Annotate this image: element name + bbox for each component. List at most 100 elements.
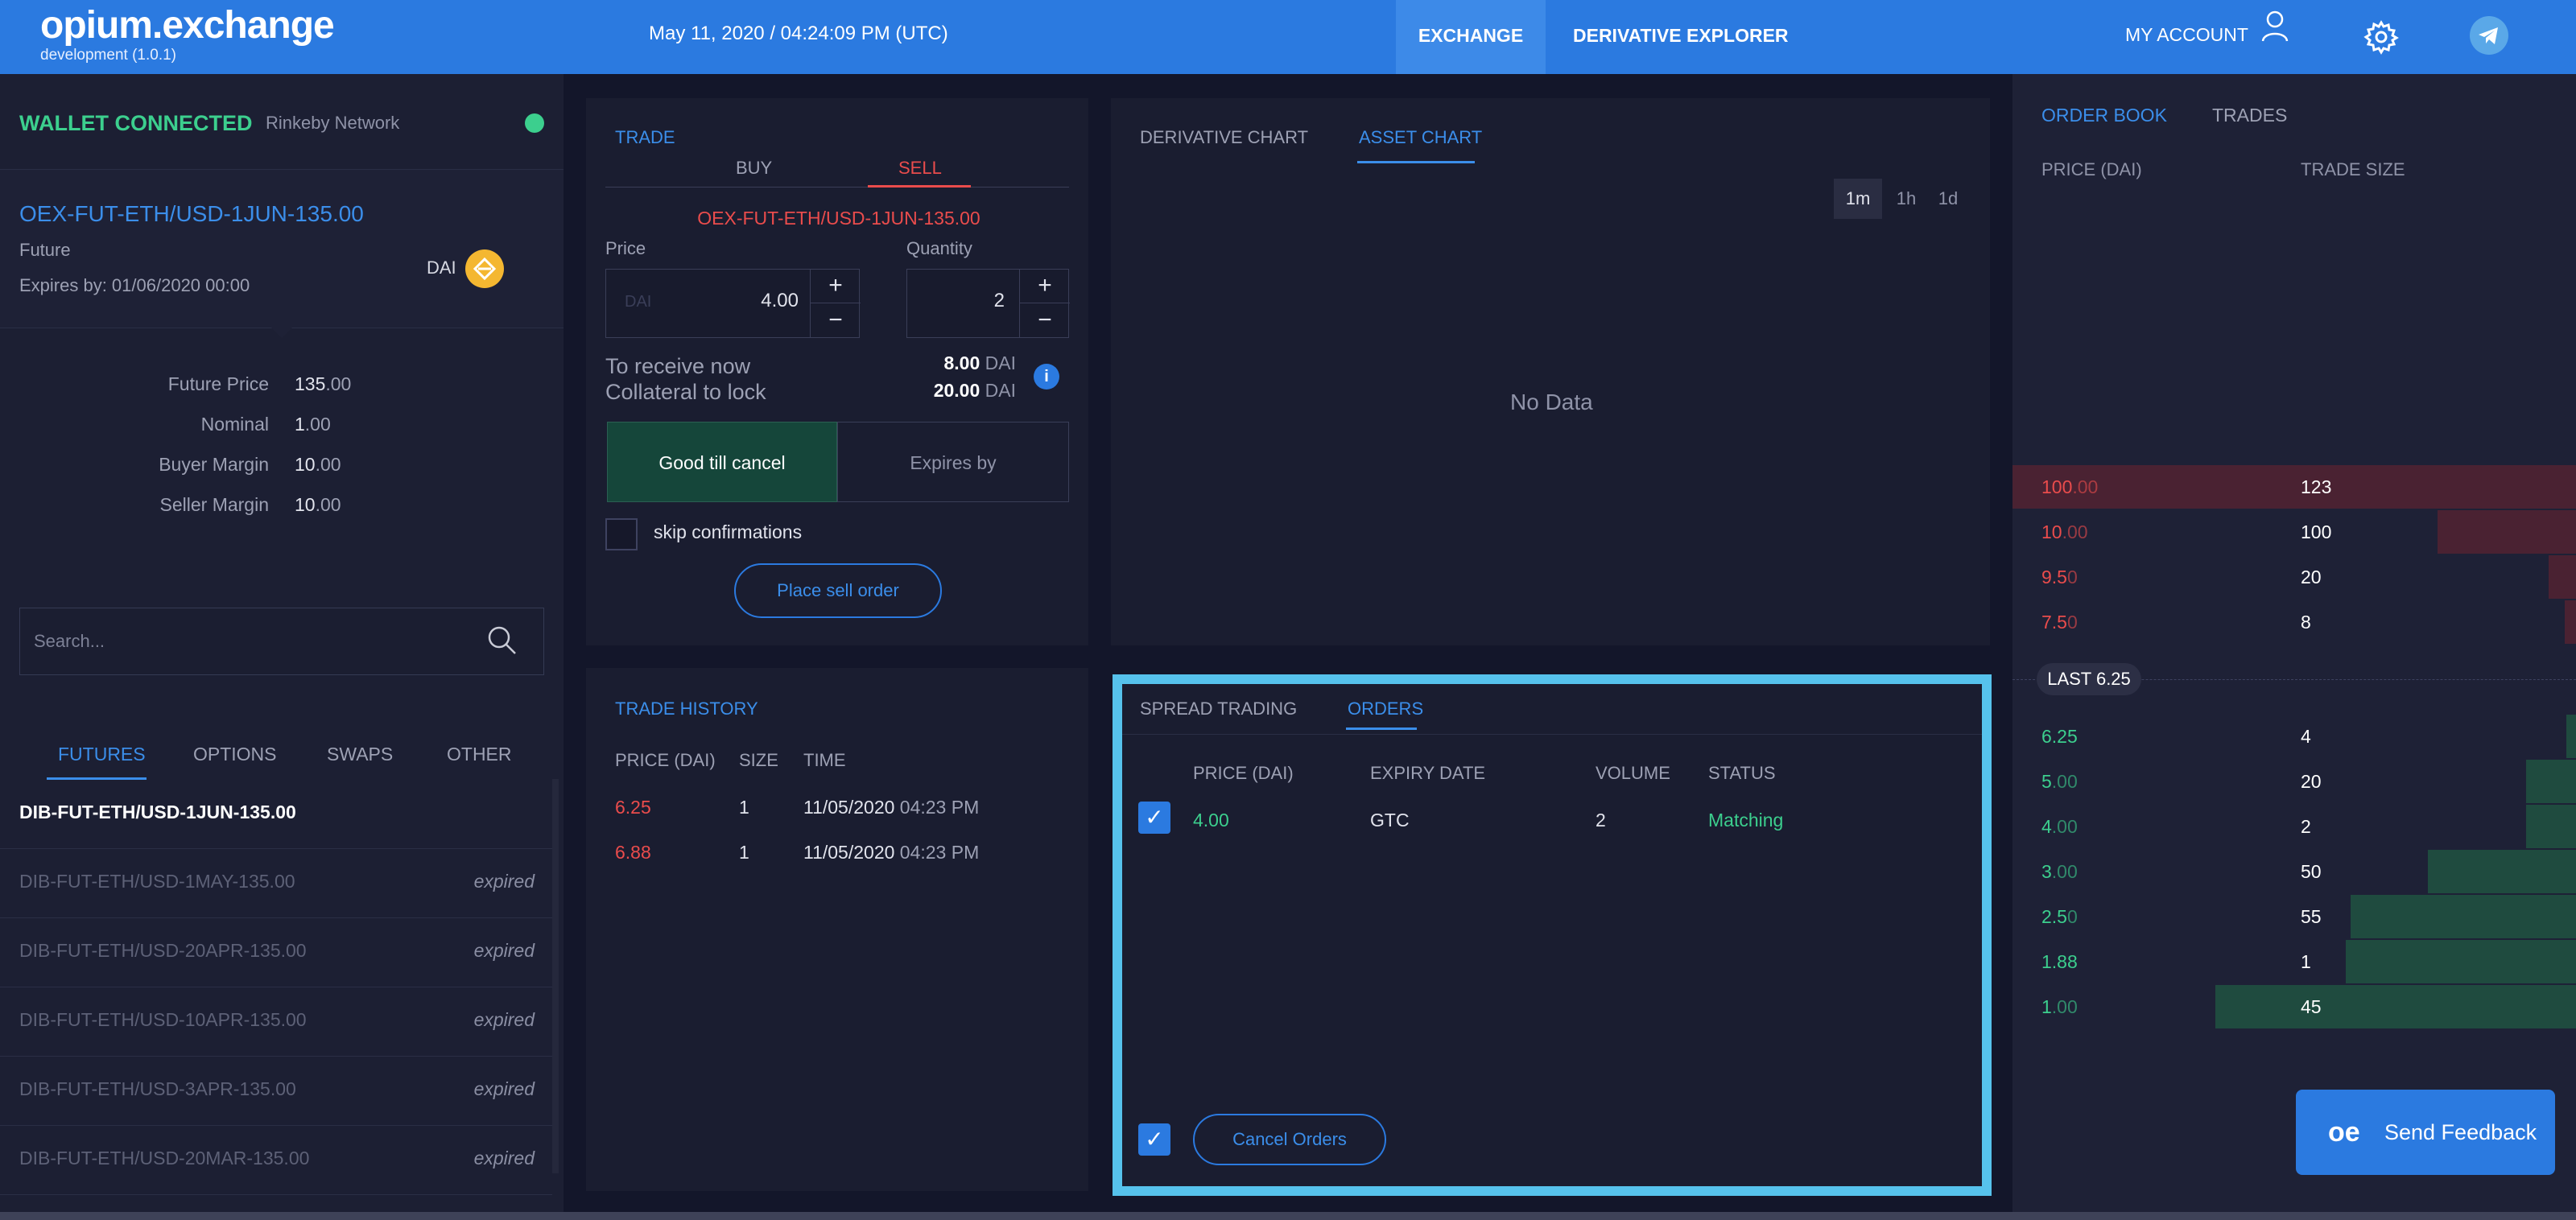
collateral-value: 20.00 [933,380,980,401]
sell-tab[interactable]: SELL [898,158,942,179]
ask-price-dec: .00 [2062,521,2088,542]
order-row-checkbox[interactable]: ✓ [1138,802,1170,834]
network-name: Rinkeby Network [266,113,400,133]
price-stepper-buttons: + − [810,269,861,338]
bottom-strip [0,1212,2576,1220]
detail-label: Nominal [200,414,269,435]
cancel-orders-button[interactable]: Cancel Orders [1193,1114,1386,1165]
bid-depth-bar [2351,895,2576,938]
nav-exchange[interactable]: EXCHANGE [1396,0,1546,74]
bid-size: 4 [2301,726,2311,747]
tab-options[interactable]: OPTIONS [193,744,277,765]
orders-header-divider [1122,734,1982,735]
bid-price[interactable]: 1.00 [2041,996,2078,1018]
bid-price-dec: .00 [2051,771,2078,792]
expired-badge: expired [473,1148,535,1168]
list-scrollbar[interactable] [552,779,559,1173]
bid-depth-bar [2428,850,2576,893]
tab-asset-chart[interactable]: ASSET CHART [1359,127,1482,148]
selected-derivative-type: Future [19,240,71,260]
list-item[interactable]: DIB-FUT-ETH/USD-1MAY-135.00 [19,871,295,892]
bid-size: 1 [2301,951,2311,972]
ask-price[interactable]: 10.00 [2041,521,2088,543]
my-account-link[interactable]: MY ACCOUNT [2125,0,2289,74]
send-feedback-button[interactable]: oe Send Feedback [2296,1090,2555,1175]
place-sell-order-button[interactable]: Place sell order [734,563,942,618]
bid-price[interactable]: 6.25 [2041,726,2078,748]
history-col-time: TIME [803,750,846,770]
price-input[interactable]: 4.00 [724,290,799,312]
bid-price[interactable]: 3.00 [2041,861,2078,883]
bid-price[interactable]: 2.50 [2041,906,2078,928]
nav-derivative-explorer[interactable]: DERIVATIVE EXPLORER [1562,0,1860,74]
bid-price[interactable]: 4.00 [2041,816,2078,838]
timeframe-1h[interactable]: 1h [1882,179,1930,219]
tab-futures[interactable]: FUTURES [58,744,146,765]
detail-value: 10.00 [295,494,341,516]
skip-confirmations-checkbox[interactable] [605,518,638,550]
build-version: development (1.0.1) [40,47,176,64]
select-all-orders-checkbox[interactable]: ✓ [1138,1123,1170,1156]
tab-orders[interactable]: ORDERS [1348,699,1423,719]
list-divider [0,1056,552,1057]
info-icon[interactable]: i [1034,364,1059,389]
good-till-cancel-button[interactable]: Good till cancel [607,422,837,502]
ask-depth-bar [2438,510,2576,554]
collateral-unit: DAI [985,380,1016,401]
tab-derivative-chart[interactable]: DERIVATIVE CHART [1140,127,1308,148]
gear-icon[interactable] [2363,19,2399,59]
logo[interactable]: opium.exchange [40,3,335,47]
bid-price-dec: .00 [2051,816,2078,837]
history-size: 1 [739,797,749,818]
detail-value-int: 135 [295,373,326,394]
ask-price[interactable]: 9.50 [2041,567,2078,588]
tab-trades[interactable]: TRADES [2212,105,2287,126]
detail-value-dec: .00 [304,414,331,435]
detail-value: 1.00 [295,414,331,435]
quantity-increment-button[interactable]: + [1020,269,1070,303]
buy-tab[interactable]: BUY [736,158,772,179]
bid-price[interactable]: 5.00 [2041,771,2078,793]
detail-label: Buyer Margin [159,454,269,475]
list-divider [0,848,552,849]
tab-spread-trading[interactable]: SPREAD TRADING [1140,699,1297,719]
bid-price[interactable]: 1.88 [2041,951,2078,973]
receive-amount: 8.00 DAI [886,352,1017,374]
tab-order-book[interactable]: ORDER BOOK [2041,105,2167,126]
detail-label: Seller Margin [159,494,270,515]
ask-price[interactable]: 7.50 [2041,612,2078,633]
price-decrement-button[interactable]: − [811,303,861,338]
timeframe-1m[interactable]: 1m [1834,179,1882,219]
list-item[interactable]: DIB-FUT-ETH/USD-1JUN-135.00 [19,802,296,823]
selected-derivative-name[interactable]: OEX-FUT-ETH/USD-1JUN-135.00 [19,201,364,227]
quantity-decrement-button[interactable]: − [1020,303,1070,338]
bid-price-int: 4 [2041,816,2052,837]
ask-price[interactable]: 100.00 [2041,476,2098,498]
card-caret [270,327,293,338]
list-item[interactable]: DIB-FUT-ETH/USD-3APR-135.00 [19,1078,296,1100]
ask-price-int: 10 [2041,521,2062,542]
bid-size: 55 [2301,906,2322,927]
quantity-input[interactable]: 2 [926,290,1005,312]
price-increment-button[interactable]: + [811,269,861,303]
list-item[interactable]: DIB-FUT-ETH/USD-20APR-135.00 [19,940,307,962]
bid-depth-bar [2566,715,2576,758]
orders-col-volume: VOLUME [1596,763,1670,783]
list-divider [0,1194,552,1195]
sell-tab-underline [868,185,971,188]
detail-value: 10.00 [295,454,341,476]
tab-other[interactable]: OTHER [447,744,512,765]
search-icon[interactable] [486,624,518,661]
expires-by-button[interactable]: Expires by [837,422,1069,502]
list-item[interactable]: DIB-FUT-ETH/USD-20MAR-135.00 [19,1148,309,1169]
timeframe-1d[interactable]: 1d [1924,179,1972,219]
bid-price-dec: 0 [2066,906,2078,927]
telegram-icon[interactable] [2470,16,2508,59]
expired-badge: expired [473,1078,535,1099]
ask-price-int: 7.5 [2041,612,2067,633]
price-label: Price [605,238,646,258]
tab-swaps[interactable]: SWAPS [327,744,393,765]
list-item[interactable]: DIB-FUT-ETH/USD-10APR-135.00 [19,1009,307,1031]
buy-sell-divider [605,187,1069,188]
trade-history-panel [586,668,1088,1191]
